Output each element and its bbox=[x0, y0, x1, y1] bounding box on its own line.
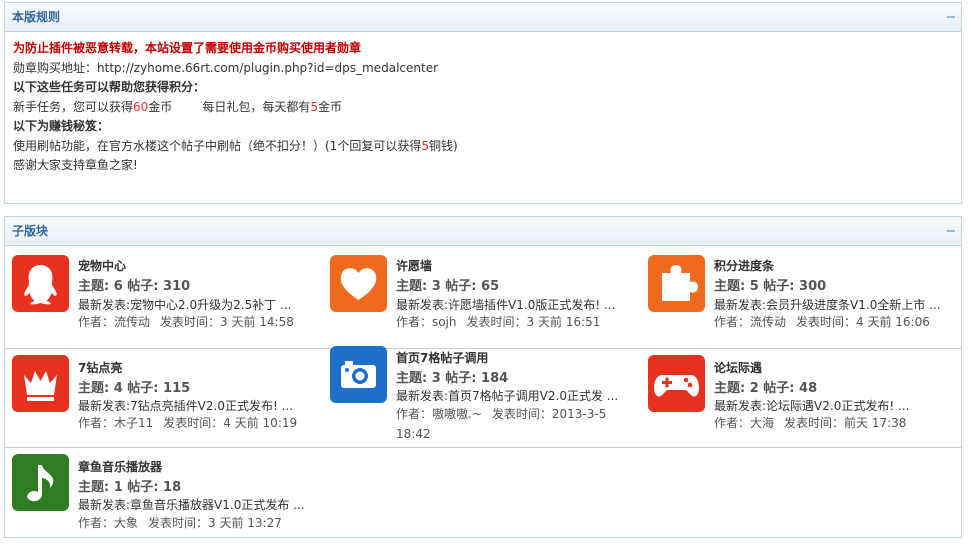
collapse-icon[interactable] bbox=[947, 13, 955, 21]
address-label: 勋章购买地址： bbox=[13, 60, 98, 75]
money-heading: 以下为赚钱秘笈： bbox=[13, 119, 110, 133]
subforum-title[interactable]: 论坛际遇 bbox=[714, 359, 762, 376]
subforum-card[interactable]: 首页7格帖子调用 主题: 3 帖子: 184 最新发表:首页7格帖子调用V2.0… bbox=[323, 346, 641, 447]
rules-header: 本版规则 bbox=[5, 3, 961, 32]
camera-icon[interactable] bbox=[330, 346, 387, 403]
collapse-icon[interactable] bbox=[947, 227, 955, 235]
money-line: 使用刷帖功能，在官方水楼这个帖子中刷帖（绝不扣分！）(1个回复可以获得5铜钱) bbox=[13, 137, 953, 157]
subforum-stats: 主题: 3 帖子: 65 bbox=[396, 279, 500, 294]
subforum-card[interactable]: 论坛际遇 主题: 2 帖子: 48 最新发表:论坛际遇V2.0正式发布! ...… bbox=[641, 349, 961, 447]
subforum-title[interactable]: 积分进度条 bbox=[714, 257, 774, 274]
subforum-time: 发表时间：3 天前 16:51 bbox=[466, 315, 601, 329]
subforum-title[interactable]: 首页7格帖子调用 bbox=[396, 349, 488, 366]
subforum-title[interactable]: 许愿墙 bbox=[396, 257, 432, 274]
subforum-meta: 作者：sojh 发表时间：3 天前 16:51 bbox=[396, 312, 636, 332]
subforum-card[interactable]: 7钻点亮 主题: 4 帖子: 115 最新发表:7钻点亮插件V2.0正式发布! … bbox=[5, 349, 323, 447]
subforum-stats: 主题: 4 帖子: 115 bbox=[78, 381, 191, 396]
address-url: http://zyhome.66rt.com/plugin.php?id=dps… bbox=[97, 60, 439, 75]
subforum-time: 发表时间：4 天前 10:19 bbox=[163, 416, 298, 430]
rules-body: 为防止插件被恶意转载，本站设置了需要使用金币购买使用者勋章 勋章购买地址：htt… bbox=[5, 32, 961, 183]
rules-address: 勋章购买地址：http://zyhome.66rt.com/plugin.php… bbox=[13, 59, 953, 79]
subforum-stats: 主题: 2 帖子: 48 bbox=[714, 381, 818, 396]
subforum-title[interactable]: 宠物中心 bbox=[78, 257, 126, 274]
money-unit: 铜钱) bbox=[428, 138, 458, 153]
tasks-line: 新手任务，您可以获得60金币 每日礼包，每天都有5金币 bbox=[13, 98, 953, 118]
subforum-author[interactable]: 作者：嗷嗷嗷.~ bbox=[396, 407, 482, 421]
money-text: 使用刷帖功能，在官方水楼这个帖子中刷帖（绝不扣分！）(1个回复可以获得 bbox=[13, 138, 422, 153]
subforum-card[interactable]: 宠物中心 主题: 6 帖子: 310 最新发表:宠物中心2.0升级为2.5补丁 … bbox=[5, 246, 323, 348]
puzzle-icon[interactable] bbox=[648, 255, 705, 312]
subforum-card[interactable]: 积分进度条 主题: 5 帖子: 300 最新发表:会员升级进度条V1.0全新上市… bbox=[641, 246, 961, 348]
subforum-last-post[interactable]: 最新发表:章鱼音乐播放器V1.0正式发布 ... bbox=[78, 496, 318, 513]
subforum-author[interactable]: 作者：大海 bbox=[714, 416, 774, 430]
subforum-author[interactable]: 作者：大象 bbox=[78, 516, 138, 530]
subforum-author[interactable]: 作者：流传动 bbox=[714, 315, 786, 329]
subforum-stats: 主题: 5 帖子: 300 bbox=[714, 279, 827, 294]
subforum-last-post[interactable]: 最新发表:宠物中心2.0升级为2.5补丁 ... bbox=[78, 296, 318, 313]
subforum-meta: 作者：木子11 发表时间：4 天前 10:19 bbox=[78, 413, 318, 433]
subforum-card[interactable]: 章鱼音乐播放器 主题: 1 帖子: 18 最新发表:章鱼音乐播放器V1.0正式发… bbox=[5, 448, 323, 538]
rules-panel: 本版规则 为防止插件被恶意转载，本站设置了需要使用金币购买使用者勋章 勋章购买地… bbox=[4, 2, 962, 204]
gamepad-icon[interactable] bbox=[648, 355, 705, 412]
subforum-grid: 宠物中心 主题: 6 帖子: 310 最新发表:宠物中心2.0升级为2.5补丁 … bbox=[5, 246, 961, 538]
subforum-title[interactable]: 7钻点亮 bbox=[78, 359, 122, 376]
subforum-time: 发表时间：3 天前 14:58 bbox=[160, 315, 294, 329]
subforum-meta: 作者：嗷嗷嗷.~ 发表时间：2013-3-5 18:42 bbox=[396, 404, 636, 444]
music-note-icon[interactable] bbox=[12, 454, 69, 511]
subforum-time: 发表时间：3 天前 13:27 bbox=[148, 516, 282, 530]
subforums-header: 子版块 bbox=[5, 217, 961, 246]
qq-penguin-icon[interactable] bbox=[12, 255, 69, 312]
subforum-time: 发表时间：前天 17:38 bbox=[784, 416, 907, 430]
crown-icon[interactable] bbox=[12, 355, 69, 412]
rules-warning: 为防止插件被恶意转载，本站设置了需要使用金币购买使用者勋章 bbox=[13, 41, 362, 55]
task1-text: 新手任务，您可以获得 bbox=[13, 99, 134, 114]
subforum-last-post[interactable]: 最新发表:首页7格帖子调用V2.0正式发 ... bbox=[396, 387, 636, 404]
subforums-panel: 子版块 宠物中心 主题: 6 帖子: 310 最新发表:宠物中心2.0升级为2.… bbox=[4, 216, 962, 538]
subforum-last-post[interactable]: 最新发表:会员升级进度条V1.0全新上市 ... bbox=[714, 296, 954, 313]
subforums-title: 子版块 bbox=[12, 224, 49, 238]
subforum-meta: 作者：大象 发表时间：3 天前 13:27 bbox=[78, 513, 318, 533]
task2-unit: 金币 bbox=[317, 99, 342, 114]
task1-unit: 金币 bbox=[148, 99, 173, 114]
subforum-card[interactable]: 许愿墙 主题: 3 帖子: 65 最新发表:许愿墙插件V1.0版正式发布! ..… bbox=[323, 246, 641, 348]
rules-title: 本版规则 bbox=[12, 10, 61, 24]
heart-icon[interactable] bbox=[330, 255, 387, 312]
subforum-stats: 主题: 6 帖子: 310 bbox=[78, 279, 191, 294]
task2-text: 每日礼包，每天都有 bbox=[202, 99, 311, 114]
subforum-time: 发表时间：4 天前 16:06 bbox=[796, 315, 930, 329]
subforum-title[interactable]: 章鱼音乐播放器 bbox=[78, 458, 162, 475]
subforum-stats: 主题: 1 帖子: 18 bbox=[78, 480, 182, 495]
subforum-last-post[interactable]: 最新发表:论坛际遇V2.0正式发布! ... bbox=[714, 397, 954, 414]
subforum-meta: 作者：流传动 发表时间：4 天前 16:06 bbox=[714, 312, 954, 332]
money-number: 5 bbox=[421, 138, 429, 153]
thanks-line: 感谢大家支持章鱼之家! bbox=[13, 158, 138, 172]
subforum-author[interactable]: 作者：木子11 bbox=[78, 416, 153, 430]
subforum-last-post[interactable]: 最新发表:7钻点亮插件V2.0正式发布! ... bbox=[78, 397, 318, 414]
subforum-last-post[interactable]: 最新发表:许愿墙插件V1.0版正式发布! ... bbox=[396, 296, 636, 313]
task1-number: 60 bbox=[133, 99, 149, 114]
subforum-meta: 作者：大海 发表时间：前天 17:38 bbox=[714, 413, 954, 433]
task2-number: 5 bbox=[310, 99, 318, 114]
subforum-author[interactable]: 作者：流传动 bbox=[78, 315, 150, 329]
subforum-meta: 作者：流传动 发表时间：3 天前 14:58 bbox=[78, 312, 318, 332]
tasks-heading: 以下这些任务可以帮助您获得积分： bbox=[13, 80, 206, 94]
subforum-author[interactable]: 作者：sojh bbox=[396, 315, 457, 329]
subforum-stats: 主题: 3 帖子: 184 bbox=[396, 371, 509, 386]
